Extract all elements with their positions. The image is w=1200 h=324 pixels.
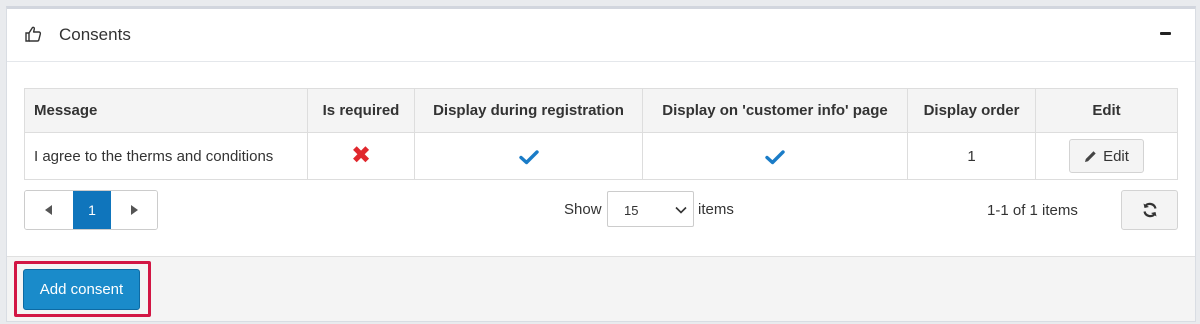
refresh-icon — [1142, 202, 1157, 218]
cell-display-customer-info — [642, 132, 908, 180]
thumbs-up-icon — [25, 26, 42, 42]
column-header-display-order[interactable]: Display order — [907, 88, 1036, 133]
column-header-is-required[interactable]: Is required — [307, 88, 415, 133]
column-header-edit: Edit — [1035, 88, 1178, 133]
consents-panel: Consents Message Is required Display dur… — [6, 6, 1196, 322]
checkmark-icon — [765, 149, 785, 164]
chevron-down-icon — [675, 206, 687, 214]
table-header-row: Message Is required Display during regis… — [24, 88, 1178, 133]
items-label: items — [698, 201, 734, 218]
prev-page-button[interactable] — [25, 191, 73, 229]
page-button-1[interactable]: 1 — [73, 191, 111, 229]
refresh-button[interactable] — [1121, 190, 1178, 230]
edit-button-label: Edit — [1103, 147, 1129, 165]
column-header-display-customer-info[interactable]: Display on 'customer info' page — [642, 88, 908, 133]
consents-table: Message Is required Display during regis… — [24, 88, 1178, 180]
show-label: Show — [564, 201, 602, 218]
cell-message: I agree to the therms and conditions — [24, 132, 308, 180]
cross-icon: ✖ — [350, 142, 372, 169]
pencil-icon — [1085, 150, 1096, 162]
cell-display-registration — [414, 132, 643, 180]
pagination: 1 — [24, 190, 158, 230]
cell-display-order: 1 — [907, 132, 1036, 180]
column-header-display-registration[interactable]: Display during registration — [414, 88, 643, 133]
panel-header[interactable]: Consents — [7, 9, 1195, 62]
add-consent-button[interactable]: Add consent — [23, 269, 140, 310]
cell-is-required: ✖ — [307, 132, 415, 180]
table-row: I agree to the therms and conditions ✖ 1 — [24, 132, 1178, 180]
page-size-value: 15 — [624, 203, 639, 218]
panel-footer: Add consent — [7, 256, 1195, 321]
cell-edit: Edit — [1035, 132, 1178, 180]
collapse-minus-icon[interactable] — [1156, 23, 1176, 43]
triangle-left-icon — [45, 205, 52, 215]
triangle-right-icon — [131, 205, 138, 215]
next-page-button[interactable] — [111, 191, 157, 229]
panel-title: Consents — [59, 25, 131, 44]
pager-range-info: 1-1 of 1 items — [987, 202, 1078, 219]
page-size-select[interactable]: 15 — [607, 191, 694, 227]
column-header-message[interactable]: Message — [24, 88, 308, 133]
edit-button[interactable]: Edit — [1069, 139, 1144, 173]
checkmark-icon — [518, 149, 539, 164]
